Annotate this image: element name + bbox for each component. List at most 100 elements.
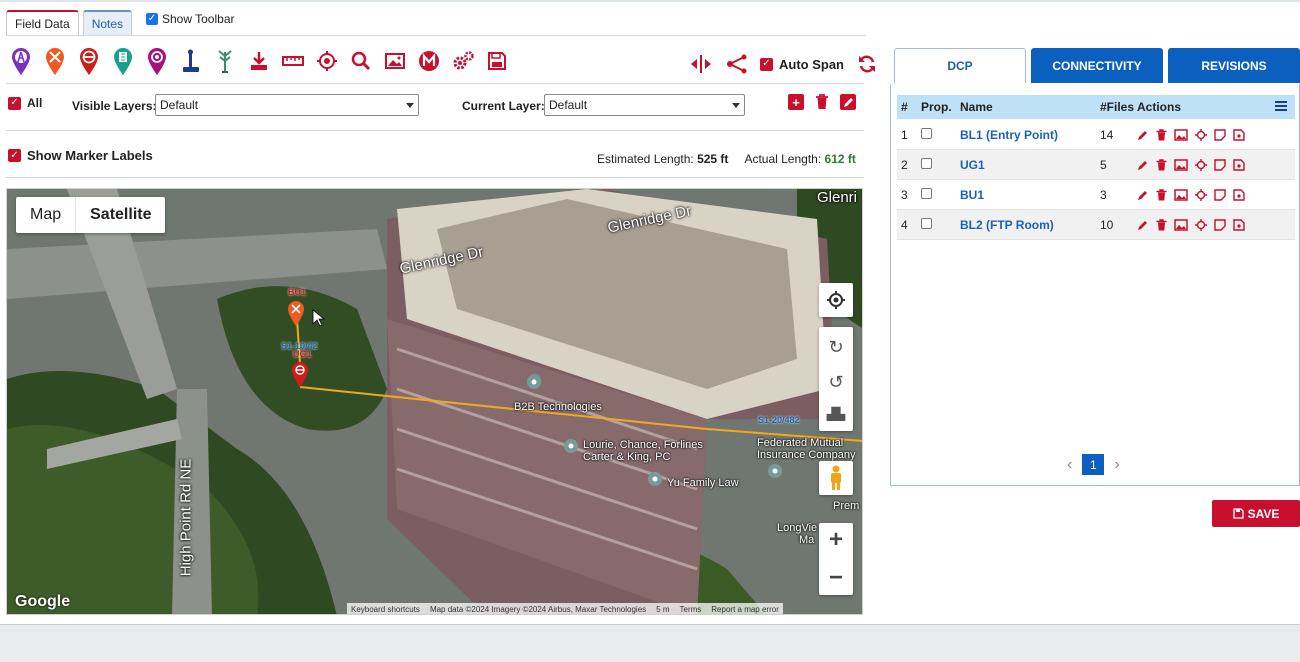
row-name-link[interactable]: BU1 bbox=[960, 188, 1100, 202]
image-icon[interactable] bbox=[1174, 188, 1188, 201]
visible-layers-select[interactable]: Default bbox=[155, 94, 419, 116]
page-1-button[interactable]: 1 bbox=[1082, 454, 1105, 475]
my-location-button[interactable] bbox=[819, 283, 853, 317]
refresh-icon[interactable] bbox=[854, 48, 880, 80]
prop-checkbox[interactable] bbox=[921, 187, 932, 199]
zoom-in-button[interactable]: + bbox=[829, 526, 843, 554]
map-type-satellite-button[interactable]: Satellite bbox=[75, 197, 165, 233]
tower-pin-icon[interactable] bbox=[8, 45, 34, 77]
all-layers-toggle[interactable]: ✓ All bbox=[8, 96, 42, 110]
image-icon[interactable] bbox=[1174, 158, 1188, 171]
locate-icon[interactable] bbox=[1195, 128, 1207, 141]
prop-checkbox[interactable] bbox=[921, 127, 932, 139]
tab-revisions[interactable]: REVISIONS bbox=[1168, 48, 1300, 83]
chevron-down-icon bbox=[732, 102, 740, 108]
edit-icon[interactable] bbox=[1137, 219, 1149, 231]
show-marker-labels-toggle[interactable]: ✓ Show Marker Labels bbox=[8, 148, 153, 163]
tools-pin-icon[interactable] bbox=[42, 45, 68, 77]
next-page-button[interactable]: › bbox=[1114, 456, 1119, 474]
building-pin-icon[interactable] bbox=[110, 45, 136, 77]
report-icon[interactable] bbox=[1233, 158, 1245, 171]
pole-icon[interactable] bbox=[178, 45, 204, 77]
edit-layer-button[interactable] bbox=[840, 94, 856, 110]
save-icon bbox=[1232, 508, 1244, 519]
toolbar-divider bbox=[6, 83, 864, 84]
row-name-link[interactable]: UG1 bbox=[960, 158, 1100, 172]
delete-icon[interactable] bbox=[1156, 128, 1167, 141]
show-marker-labels-checkbox[interactable]: ✓ bbox=[8, 149, 21, 162]
tilt-icon[interactable]: ▟▙ bbox=[827, 407, 845, 421]
image-icon[interactable] bbox=[1174, 218, 1188, 231]
m-circle-icon[interactable] bbox=[416, 45, 442, 77]
save-button[interactable]: SAVE bbox=[1212, 500, 1300, 527]
delete-layer-icon[interactable] bbox=[814, 94, 830, 110]
report-icon[interactable] bbox=[1233, 128, 1245, 141]
column-menu-icon[interactable] bbox=[1275, 100, 1295, 114]
satellite-map[interactable]: Glenridge Dr Glenridge Dr High Point Rd … bbox=[6, 188, 863, 615]
report-error-link[interactable]: Report a map error bbox=[711, 605, 779, 614]
terms-link[interactable]: Terms bbox=[680, 605, 702, 614]
gears-icon[interactable] bbox=[450, 45, 476, 77]
row-name-link[interactable]: BL2 (FTP Room) bbox=[960, 218, 1100, 232]
current-layer-select[interactable]: Default bbox=[544, 94, 745, 116]
auto-span-toggle[interactable]: ✓ Auto Span bbox=[760, 57, 844, 72]
toolbar bbox=[8, 44, 510, 78]
map-type-map-button[interactable]: Map bbox=[16, 197, 75, 233]
edit-icon[interactable] bbox=[1137, 189, 1149, 201]
manhole-pin-icon[interactable] bbox=[76, 45, 102, 77]
main-tabs: Field Data Notes bbox=[6, 10, 133, 36]
place-label[interactable]: B2B Technologies bbox=[514, 401, 602, 413]
rotate-counterclockwise-icon[interactable]: ↺ bbox=[828, 372, 843, 393]
marker-label-ug1[interactable]: UG1 bbox=[293, 349, 312, 359]
locate-icon[interactable] bbox=[1195, 218, 1207, 231]
row-name-link[interactable]: BL1 (Entry Point) bbox=[960, 128, 1100, 142]
download-icon[interactable] bbox=[246, 45, 272, 77]
delete-icon[interactable] bbox=[1156, 188, 1167, 201]
tab-dcp[interactable]: DCP bbox=[894, 48, 1026, 83]
delete-icon[interactable] bbox=[1156, 158, 1167, 171]
tab-connectivity[interactable]: CONNECTIVITY bbox=[1031, 48, 1163, 83]
locate-icon[interactable] bbox=[1195, 158, 1207, 171]
add-layer-button[interactable]: + bbox=[788, 94, 804, 110]
delete-icon[interactable] bbox=[1156, 218, 1167, 231]
prop-checkbox[interactable] bbox=[921, 217, 932, 229]
marker-label-bu1[interactable]: BU1 bbox=[288, 287, 306, 297]
place-label[interactable]: Lourie, Chance, Forlines Carter & King, … bbox=[583, 439, 703, 463]
auto-span-checkbox[interactable]: ✓ bbox=[760, 57, 773, 71]
note-icon[interactable] bbox=[1214, 218, 1226, 231]
target-icon[interactable] bbox=[314, 45, 340, 77]
rotate-clockwise-icon[interactable]: ↻ bbox=[828, 337, 843, 358]
locate-icon[interactable] bbox=[1195, 188, 1207, 201]
tab-field-data[interactable]: Field Data bbox=[6, 10, 79, 36]
all-layers-checkbox[interactable]: ✓ bbox=[8, 96, 21, 110]
street-view-pegman[interactable] bbox=[819, 461, 853, 495]
splice-pin-icon[interactable] bbox=[144, 45, 170, 77]
note-icon[interactable] bbox=[1214, 128, 1226, 141]
tab-notes[interactable]: Notes bbox=[82, 10, 133, 36]
keyboard-shortcuts-link[interactable]: Keyboard shortcuts bbox=[351, 605, 420, 614]
ruler-icon[interactable] bbox=[280, 45, 306, 77]
report-icon[interactable] bbox=[1233, 218, 1245, 231]
prop-checkbox[interactable] bbox=[921, 157, 932, 169]
row-prop-cell bbox=[915, 217, 960, 232]
split-arrows-icon[interactable] bbox=[688, 48, 714, 80]
report-icon[interactable] bbox=[1233, 188, 1245, 201]
antenna-icon[interactable] bbox=[212, 45, 238, 77]
save-icon[interactable] bbox=[484, 45, 510, 77]
show-toolbar-label: Show Toolbar bbox=[162, 12, 235, 26]
note-icon[interactable] bbox=[1214, 158, 1226, 171]
prev-page-button[interactable]: ‹ bbox=[1067, 456, 1072, 474]
image-icon[interactable] bbox=[382, 45, 408, 77]
pegman-icon bbox=[831, 465, 841, 490]
edit-icon[interactable] bbox=[1137, 159, 1149, 171]
search-icon[interactable] bbox=[348, 45, 374, 77]
place-label[interactable]: Federated Mutual Insurance Company bbox=[757, 437, 862, 461]
edit-icon[interactable] bbox=[1137, 129, 1149, 141]
note-icon[interactable] bbox=[1214, 188, 1226, 201]
image-icon[interactable] bbox=[1174, 128, 1188, 141]
share-nodes-icon[interactable] bbox=[724, 48, 750, 80]
place-label[interactable]: Yu Family Law bbox=[667, 477, 739, 489]
show-toolbar-toggle[interactable]: ✓ Show Toolbar bbox=[146, 12, 235, 26]
zoom-out-button[interactable]: − bbox=[829, 564, 843, 592]
show-toolbar-checkbox[interactable]: ✓ bbox=[146, 13, 158, 25]
